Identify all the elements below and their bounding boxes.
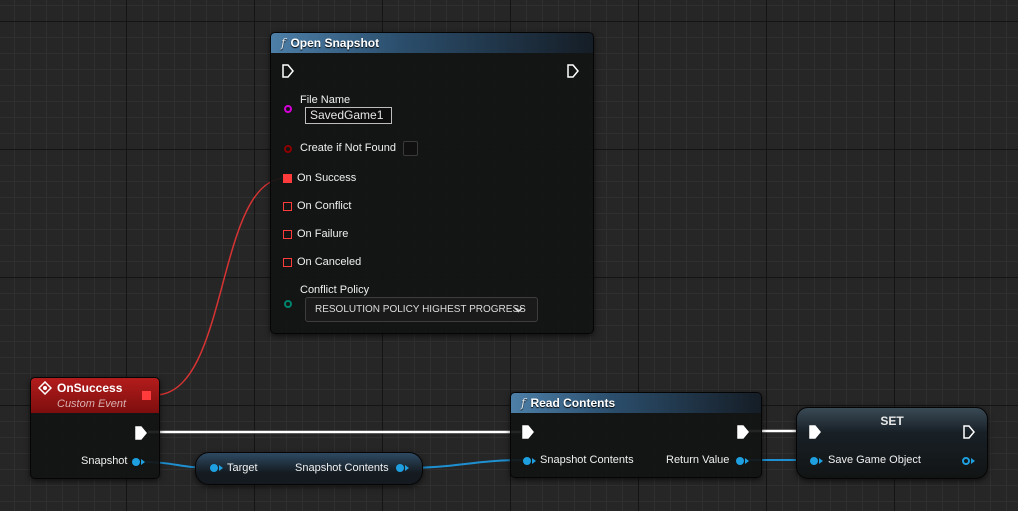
- pin-arrow-icon: [219, 465, 223, 471]
- pin-arrow-icon: [405, 465, 409, 471]
- exec-in-pin[interactable]: [282, 64, 294, 78]
- on-canceled-pin[interactable]: [283, 258, 292, 267]
- file-name-pin[interactable]: [284, 105, 292, 113]
- on-conflict-pin[interactable]: [283, 202, 292, 211]
- snapshot-contents-out-pin[interactable]: [396, 464, 404, 472]
- snapshot-contents-in-pin[interactable]: [523, 457, 531, 465]
- save-game-object-label: Save Game Object: [828, 454, 921, 466]
- conflict-policy-dropdown[interactable]: RESOLUTION POLICY HIGHEST PROGRESS: [305, 297, 538, 322]
- on-success-event-title: OnSuccess: [57, 381, 123, 395]
- exec-out-pin[interactable]: [963, 425, 975, 439]
- create-if-not-found-label: Create if Not Found: [300, 142, 396, 154]
- snapshot-contents-input-label: Snapshot Contents: [540, 454, 634, 466]
- set-node[interactable]: SET Save Game Object: [796, 407, 988, 479]
- conflict-policy-pin[interactable]: [284, 300, 292, 308]
- exec-out-pin[interactable]: [135, 426, 147, 440]
- create-if-not-found-pin[interactable]: [284, 145, 292, 153]
- on-success-event-node[interactable]: OnSuccess Custom Event Snapshot: [30, 377, 160, 479]
- file-name-input[interactable]: SavedGame1: [305, 107, 392, 124]
- function-icon: f: [521, 396, 526, 410]
- open-snapshot-title: Open Snapshot: [290, 36, 380, 50]
- file-name-label: File Name: [300, 94, 351, 106]
- read-contents-header[interactable]: f Read Contents: [511, 393, 761, 413]
- return-value-label: Return Value: [666, 454, 730, 466]
- open-snapshot-node[interactable]: f Open Snapshot File Name SavedGame1 Crea…: [270, 32, 594, 334]
- pin-arrow-icon: [141, 459, 145, 465]
- delegate-wire: [154, 177, 287, 396]
- on-success-pin[interactable]: [283, 174, 292, 183]
- pin-arrow-icon: [532, 458, 536, 464]
- on-conflict-label: On Conflict: [297, 200, 352, 212]
- read-contents-node[interactable]: f Read Contents Snapshot Contents Return …: [510, 392, 762, 478]
- create-if-not-found-checkbox[interactable]: [403, 141, 418, 156]
- read-contents-title: Read Contents: [530, 396, 616, 410]
- snapshot-contents-output-label: Snapshot Contents: [295, 462, 389, 474]
- pin-arrow-icon: [745, 458, 749, 464]
- on-failure-label: On Failure: [297, 228, 349, 240]
- delegate-out-pin[interactable]: [142, 391, 151, 400]
- return-value-pin[interactable]: [736, 457, 744, 465]
- pin-arrow-icon: [971, 458, 975, 464]
- exec-in-pin[interactable]: [809, 425, 821, 439]
- snapshot-out-pin[interactable]: [132, 458, 140, 466]
- conflict-policy-label: Conflict Policy: [300, 284, 370, 296]
- function-icon: f: [281, 36, 286, 50]
- event-diamond-icon: [38, 381, 52, 395]
- on-canceled-label: On Canceled: [297, 256, 362, 268]
- exec-out-pin[interactable]: [737, 425, 749, 439]
- conflict-policy-value: RESOLUTION POLICY HIGHEST PROGRESS: [315, 304, 526, 315]
- on-success-event-header[interactable]: OnSuccess Custom Event: [31, 378, 159, 413]
- on-success-event-subtitle: Custom Event: [57, 398, 127, 410]
- snapshot-label: Snapshot: [81, 455, 128, 467]
- set-node-title: SET: [880, 414, 904, 428]
- save-game-object-in-pin[interactable]: [810, 457, 818, 465]
- target-pin[interactable]: [210, 464, 218, 472]
- snapshot-contents-node[interactable]: Target Snapshot Contents: [195, 452, 423, 485]
- open-snapshot-header[interactable]: f Open Snapshot: [271, 33, 593, 53]
- target-label: Target: [227, 462, 258, 474]
- chevron-down-icon: [514, 307, 523, 313]
- pin-arrow-icon: [819, 458, 823, 464]
- save-game-object-out-pin[interactable]: [962, 457, 970, 465]
- exec-in-pin[interactable]: [522, 425, 534, 439]
- on-failure-pin[interactable]: [283, 230, 292, 239]
- exec-out-pin[interactable]: [567, 64, 579, 78]
- on-success-label: On Success: [297, 172, 357, 184]
